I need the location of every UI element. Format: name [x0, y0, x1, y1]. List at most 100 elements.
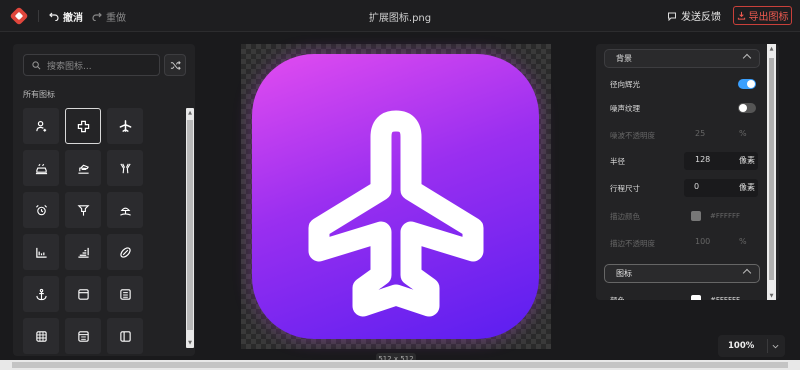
bar-chart-horizontal-icon [77, 247, 89, 258]
stroke-opacity-unit: % [739, 237, 747, 246]
scrollbar-thumb[interactable] [187, 120, 193, 330]
engineer-icon [35, 120, 46, 132]
icon-preview-canvas [241, 44, 551, 349]
calculator-card-icon [119, 288, 131, 300]
noise-opacity-unit: % [739, 129, 747, 138]
radius-value[interactable]: 128 [695, 155, 710, 164]
icon-tile-calculator-card[interactable] [107, 276, 143, 312]
icon-tile-airport-ticket[interactable] [65, 150, 101, 186]
icon-section-title: 图标 [616, 269, 632, 278]
chevron-down-icon [772, 344, 779, 348]
scroll-down-arrow-icon[interactable]: ▼ [186, 340, 194, 346]
icon-tile-sidebar-layout[interactable] [107, 318, 143, 354]
noise-opacity-row: 噪波不透明度 25 % [610, 126, 758, 144]
icon-color-swatch[interactable] [691, 295, 701, 300]
scroll-up-arrow-icon[interactable]: ▲ [186, 110, 194, 116]
search-placeholder: 搜索图标... [47, 61, 92, 72]
radius-label: 半径 [610, 156, 625, 166]
icon-tile-anchor[interactable] [23, 276, 59, 312]
send-feedback-button[interactable]: 发送反馈 [667, 8, 721, 23]
icon-tile-car-travel[interactable] [23, 150, 59, 186]
background-section-header[interactable]: 背景 [604, 49, 760, 68]
icon-tile-bar-chart-baseline[interactable] [23, 234, 59, 270]
noise-opacity-value[interactable]: 25 [695, 129, 705, 138]
stroke-size-value[interactable]: 0 [694, 182, 699, 191]
icon-tile-document-list[interactable] [65, 318, 101, 354]
stroke-size-row: 行程尺寸 0 像素 [610, 179, 758, 197]
stroke-color-label: 描边颜色 [610, 211, 640, 221]
export-label: 导出图标 [748, 12, 789, 23]
download-icon [737, 11, 745, 20]
scroll-up-arrow-icon[interactable]: ▲ [767, 46, 776, 52]
icon-tile-window-app[interactable] [65, 276, 101, 312]
noise-texture-row: 噪声纹理 [610, 99, 758, 117]
scrollbar-thumb[interactable] [12, 362, 788, 368]
car-travel-icon [35, 163, 47, 174]
icon-tile-location-pin[interactable] [65, 192, 101, 228]
icon-list-scrollbar[interactable]: ▲ ▼ [186, 108, 194, 348]
radial-glow-label: 径向辉光 [610, 79, 640, 89]
export-icon-button[interactable]: 导出图标 [733, 6, 792, 25]
icon-search-input[interactable]: 搜索图标... [23, 54, 160, 76]
cocktail-icon [119, 163, 131, 173]
scrollbar-thumb[interactable] [769, 58, 774, 280]
zoom-control[interactable]: 100% [718, 335, 785, 357]
icon-tile-table-grid[interactable] [23, 318, 59, 354]
horizontal-scrollbar[interactable] [0, 360, 800, 370]
feedback-label: 发送反馈 [681, 12, 721, 23]
icon-tile-bar-chart-horizontal[interactable] [65, 234, 101, 270]
stroke-color-swatch[interactable] [691, 211, 701, 221]
icon-tile-engineer[interactable] [23, 108, 59, 144]
top-toolbar: 撤消 重做 扩展图标.png 发送反馈 导出图标 [0, 0, 800, 32]
bar-chart-baseline-icon [35, 247, 47, 258]
background-section-title: 背景 [616, 54, 632, 63]
search-icon [32, 60, 41, 69]
icon-tile-rugby-ball[interactable] [107, 234, 143, 270]
stroke-size-label: 行程尺寸 [610, 183, 640, 193]
location-pin-icon [77, 204, 89, 216]
zoom-dropdown-button[interactable] [767, 339, 783, 353]
icon-tile-alarm-clock[interactable] [23, 192, 59, 228]
plane-icon [119, 119, 131, 132]
noise-opacity-label: 噪波不透明度 [610, 130, 655, 140]
alarm-clock-icon [35, 204, 47, 215]
chevron-up-icon [742, 53, 752, 63]
document-list-icon [77, 330, 89, 342]
stroke-opacity-value[interactable]: 100 [695, 237, 710, 246]
icon-tile-beach-umbrella[interactable] [107, 192, 143, 228]
radial-glow-toggle[interactable] [738, 79, 756, 89]
icon-color-value[interactable]: #FFFFFF [710, 296, 740, 300]
stroke-opacity-row: 描边不透明度 100 % [610, 234, 758, 252]
stroke-opacity-label: 描边不透明度 [610, 238, 655, 248]
beach-umbrella-icon [119, 207, 131, 216]
rugby-ball-icon [119, 246, 131, 258]
stroke-size-unit: 像素 [739, 183, 755, 192]
zoom-value: 100% [728, 341, 755, 351]
plus-cross-icon [77, 120, 89, 132]
stroke-color-value[interactable]: #FFFFFF [710, 212, 740, 220]
plane-icon [308, 110, 484, 317]
properties-scrollbar[interactable]: ▲ ▼ [767, 44, 776, 300]
noise-texture-label: 噪声纹理 [610, 103, 640, 113]
chat-bubble-icon [668, 12, 676, 21]
icon-tile-plane[interactable] [107, 108, 143, 144]
window-app-icon [77, 288, 89, 300]
icon-tile-cocktail[interactable] [107, 150, 143, 186]
noise-texture-toggle[interactable] [738, 103, 756, 113]
icon-grid [23, 108, 185, 354]
properties-panel: 背景 径向辉光 噪声纹理 噪波不透明度 25 % 半径 128 像素 行程尺寸 … [596, 44, 779, 300]
radial-glow-row: 径向辉光 [610, 75, 758, 93]
stroke-color-row: 描边颜色 #FFFFFF [610, 207, 758, 225]
icon-section-header[interactable]: 图标 [604, 264, 760, 283]
shuffle-button[interactable] [164, 54, 186, 76]
table-grid-icon [35, 330, 47, 342]
radius-row: 半径 128 像素 [610, 152, 758, 170]
scroll-down-arrow-icon[interactable]: ▼ [767, 293, 776, 299]
anchor-icon [35, 288, 47, 300]
shuffle-icon [170, 60, 181, 70]
radius-unit: 像素 [739, 156, 755, 165]
icon-tile-plus-cross[interactable] [65, 108, 101, 144]
sidebar-layout-icon [119, 330, 131, 342]
icon-library-panel: 搜索图标... 所有图标 ▲ ▼ [13, 44, 195, 356]
airport-ticket-icon [77, 164, 89, 174]
